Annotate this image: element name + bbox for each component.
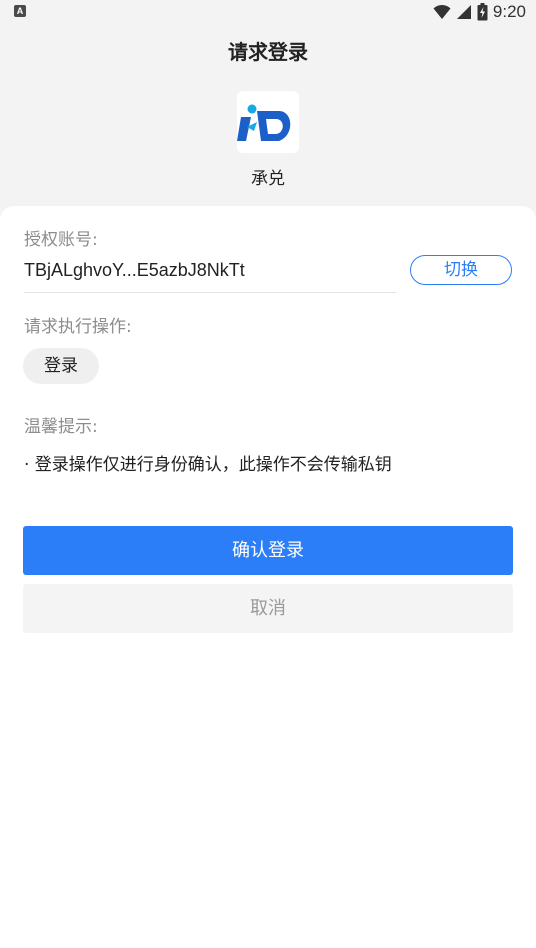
- account-label: 授权账号:: [24, 230, 98, 250]
- account-divider: [24, 292, 396, 293]
- cell-signal-icon: [456, 5, 471, 19]
- account-address: TBjALghvoY...E5azbJ8NkTt: [24, 260, 245, 280]
- switch-account-button[interactable]: 切换: [410, 255, 512, 285]
- wifi-icon: [433, 4, 451, 19]
- cancel-button[interactable]: 取消: [23, 584, 513, 633]
- status-icons: 9:20: [433, 1, 526, 23]
- status-time: 9:20: [492, 2, 526, 21]
- status-bar: A 9:20: [0, 0, 536, 24]
- tip-text: · 登录操作仅进行身份确认，此操作不会传输私钥: [24, 455, 392, 475]
- app-name: 承兑: [251, 169, 285, 189]
- notification-icon: A: [14, 5, 26, 17]
- request-action-label: 请求执行操作:: [24, 317, 132, 337]
- page-title: 请求登录: [228, 40, 308, 64]
- battery-icon: [477, 3, 488, 21]
- confirm-login-button[interactable]: 确认登录: [23, 526, 513, 575]
- action-chip: 登录: [23, 348, 99, 384]
- app-logo-icon: [237, 91, 299, 153]
- tips-label: 温馨提示:: [24, 417, 98, 437]
